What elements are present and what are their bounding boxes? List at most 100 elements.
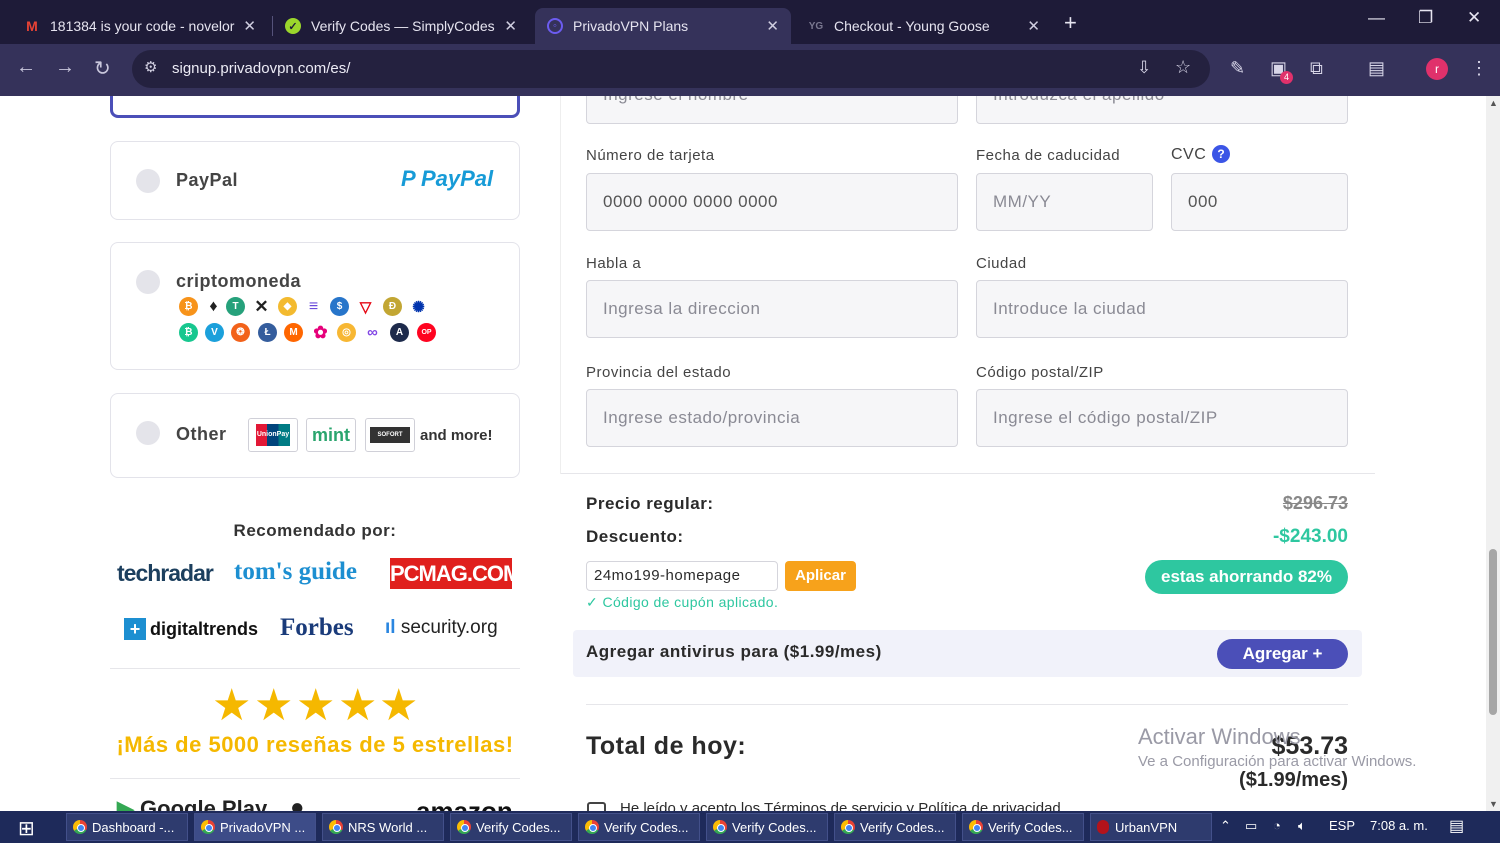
notifications-icon[interactable]: ▤ (1449, 816, 1464, 836)
add-antivirus-button[interactable]: Agregar + (1217, 639, 1348, 669)
total-label: Total de hoy: (586, 732, 747, 760)
menu-dots-icon[interactable]: ⋮ (1470, 58, 1488, 79)
reload-icon[interactable]: ↻ (94, 56, 111, 81)
scroll-up-icon[interactable]: ▲ (1489, 98, 1498, 108)
side-panel-icon[interactable]: ▤ (1368, 58, 1385, 79)
card-payment-selected[interactable] (110, 96, 520, 118)
help-icon[interactable]: ? (1212, 145, 1231, 163)
google-play-text: Google Play (140, 796, 268, 811)
taskbar-button[interactable]: Verify Codes... (962, 813, 1084, 841)
privadovpn-icon: ◦ (547, 18, 563, 34)
coupon-input[interactable]: 24mo199-homepage (586, 561, 778, 591)
usdc-icon: $ (330, 297, 349, 316)
card-number-input[interactable]: 0000 0000 0000 0000 (586, 173, 958, 231)
tab-gmail[interactable]: M 181384 is your code - novelorat ✕ (12, 8, 268, 44)
taskbar-button[interactable]: Verify Codes... (450, 813, 572, 841)
taskbar-button[interactable]: NRS World ... (322, 813, 444, 841)
recommended-heading: Recomendado por: (233, 521, 397, 540)
address-label: Habla a (586, 255, 642, 272)
radio-crypto[interactable] (136, 270, 160, 294)
taskbar-button[interactable]: Verify Codes... (834, 813, 956, 841)
unionpay-logo: UnionPay (248, 418, 298, 452)
cvc-input[interactable]: 000 (1171, 173, 1348, 231)
site-info-icon[interactable]: ⚙ (144, 58, 157, 76)
install-app-icon[interactable]: ⇩ (1137, 58, 1151, 78)
last-name-input[interactable]: Introduzca el apellido (976, 96, 1348, 124)
state-input[interactable]: Ingrese estado/provincia (586, 389, 958, 447)
chrome-icon (713, 820, 727, 834)
ethereum-icon: ♦ (204, 297, 223, 316)
taskbar-button[interactable]: Verify Codes... (578, 813, 700, 841)
dai-icon: ◎ (337, 323, 356, 342)
divider (110, 668, 520, 669)
chrome-icon (585, 820, 599, 834)
minimize-icon[interactable]: — (1368, 8, 1385, 28)
paypal-p-icon: P (401, 166, 415, 191)
optimism-icon: OP (417, 323, 436, 342)
coupon-applied-message: ✓ Código de cupón aplicado. (586, 594, 778, 611)
radio-paypal[interactable] (136, 169, 160, 193)
wifi-icon[interactable]: ◔ (1273, 818, 1281, 833)
close-tab-icon[interactable]: ✕ (766, 17, 779, 35)
tab-young-goose[interactable]: YG Checkout - Young Goose ✕ (796, 8, 1052, 44)
clock[interactable]: 7:08 a. m. (1370, 818, 1428, 833)
first-name-input[interactable]: Ingrese el nombre (586, 96, 958, 124)
taskbar: ⊞ Dashboard -... PrivadoVPN ... NRS Worl… (0, 811, 1500, 843)
apply-coupon-button[interactable]: Aplicar (785, 561, 856, 591)
tray-chevron-icon[interactable]: ⌃ (1220, 818, 1231, 834)
scroll-down-icon[interactable]: ▼ (1489, 799, 1498, 809)
profile-avatar[interactable]: r (1426, 58, 1448, 80)
close-window-icon[interactable]: ✕ (1467, 8, 1481, 28)
scrollbar-thumb[interactable] (1489, 549, 1497, 715)
taskbar-button[interactable]: UrbanVPN (1090, 813, 1212, 841)
expiry-input[interactable]: MM/YY (976, 173, 1153, 231)
bookmark-star-icon[interactable]: ☆ (1175, 57, 1191, 78)
new-tab-icon[interactable]: + (1064, 10, 1077, 36)
windows-activation-title: Activar Windows (1138, 724, 1301, 749)
tab-privadovpn[interactable]: ◦ PrivadoVPN Plans ✕ (535, 8, 791, 44)
checkmark-icon: ✓ (586, 594, 599, 610)
terms-checkbox[interactable] (587, 802, 606, 811)
close-tab-icon[interactable]: ✕ (243, 17, 256, 35)
google-play-logo: ▶ Google Play (117, 796, 267, 811)
page-content: PayPal P PayPal criptomoneda ₿ ♦ T ✕ ◆ ≡… (0, 96, 1486, 811)
language-indicator[interactable]: ESP (1329, 818, 1355, 833)
taskbar-button[interactable]: Dashboard -... (66, 813, 188, 841)
page-scrollbar[interactable]: ▲ ▼ (1486, 96, 1500, 811)
volume-icon[interactable]: 🔈︎ (1298, 818, 1306, 834)
payment-option-crypto[interactable]: criptomoneda ₿ ♦ T ✕ ◆ ≡ $ ▽ Ð ✺ ₿ V ❂ Ł… (110, 242, 520, 370)
back-icon[interactable]: ← (16, 56, 36, 79)
extension-icon[interactable]: ✎ (1230, 58, 1245, 79)
city-input[interactable]: Introduce la ciudad (976, 280, 1348, 338)
paypal-label: PayPal (176, 170, 239, 190)
address-bar[interactable]: ⚙ signup.privadovpn.com/es/ ⇩ ☆ (132, 50, 1210, 88)
and-more-text: and more! (420, 427, 493, 444)
tron-icon: ▽ (356, 297, 375, 316)
battery-icon[interactable]: ▭ (1245, 818, 1257, 834)
antivirus-text: Agregar antivirus para ($1.99/mes) (586, 642, 882, 661)
payment-option-other[interactable]: Other UnionPay mint SOFORT and more! (110, 393, 520, 478)
close-tab-icon[interactable]: ✕ (504, 17, 517, 35)
chrome-icon (841, 820, 855, 834)
taskbar-button[interactable]: Verify Codes... (706, 813, 828, 841)
taskbar-label: PrivadoVPN ... (220, 819, 306, 835)
taskbar-button[interactable]: PrivadoVPN ... (194, 813, 316, 841)
paypal-logo: P PayPal (401, 166, 493, 192)
close-tab-icon[interactable]: ✕ (1027, 17, 1040, 35)
chrome-icon (73, 820, 87, 834)
payment-option-paypal[interactable]: PayPal P PayPal (110, 141, 520, 220)
taskbar-label: Dashboard -... (92, 819, 175, 835)
tab-simplycodes[interactable]: ✓ Verify Codes — SimplyCodes ✕ (273, 8, 529, 44)
card-number-label: Número de tarjeta (586, 147, 715, 164)
address-input[interactable]: Ingresa la direccion (586, 280, 958, 338)
restore-icon[interactable]: ❐ (1418, 8, 1433, 28)
simplycodes-icon: ✓ (285, 18, 301, 34)
radio-other[interactable] (136, 421, 160, 445)
puzzle-icon[interactable]: ⧉ (1310, 58, 1323, 79)
tab-title: Verify Codes — SimplyCodes (311, 18, 495, 34)
zip-input[interactable]: Ingrese el código postal/ZIP (976, 389, 1348, 447)
discount-value: -$243.00 (1272, 526, 1348, 547)
solana-icon: ≡ (304, 297, 323, 316)
start-icon[interactable]: ⊞ (18, 816, 35, 841)
forward-icon[interactable]: → (55, 56, 75, 79)
